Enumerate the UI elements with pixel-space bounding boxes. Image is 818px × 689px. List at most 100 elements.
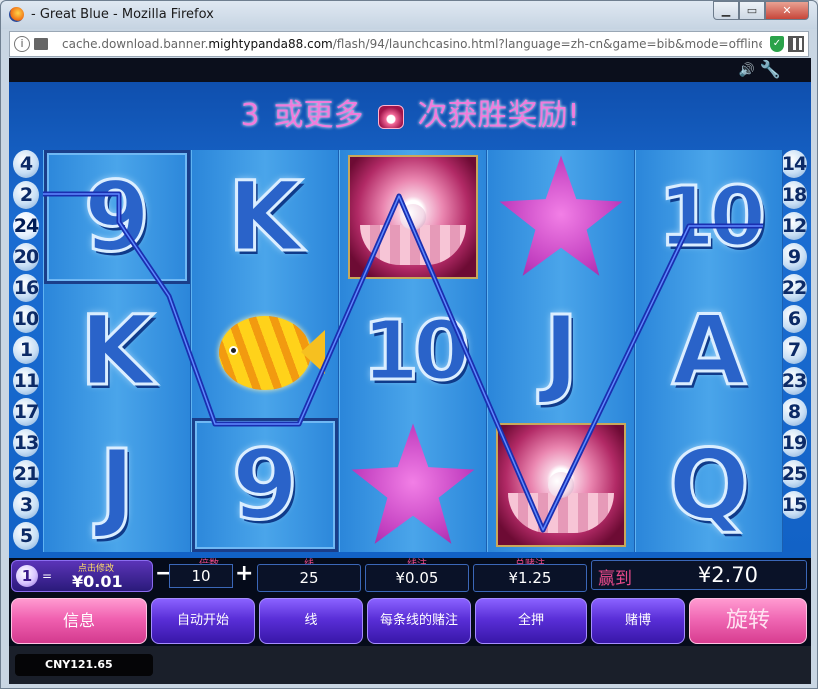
payline-number[interactable]: 11 — [13, 367, 39, 395]
banner-post: 次获胜奖励! — [417, 98, 580, 133]
payline-number[interactable]: 9 — [781, 243, 807, 271]
reel-symbol — [488, 418, 634, 552]
info-button[interactable]: 信息 — [11, 598, 147, 644]
payline-number[interactable]: 1 — [13, 336, 39, 364]
payline-number[interactable]: 8 — [781, 398, 807, 426]
reel-5: 10 A Q — [635, 150, 783, 552]
reel-symbol: J — [44, 418, 190, 552]
payline-number[interactable]: 18 — [781, 181, 807, 209]
reel-symbol: A — [636, 284, 782, 418]
payline-number[interactable]: 22 — [781, 274, 807, 302]
payline-number[interactable]: 10 — [13, 305, 39, 333]
gamble-button[interactable]: 赌博 — [591, 598, 685, 644]
coin-badge: 1 — [16, 565, 38, 587]
payline-number[interactable]: 24 — [13, 212, 39, 240]
card-symbol: Q — [667, 428, 752, 543]
payline-number[interactable]: 15 — [781, 491, 807, 519]
url-domain: mightypanda88.com — [208, 37, 333, 51]
payline-number[interactable]: 4 — [13, 150, 39, 178]
footer-bar: CNY121.65 — [9, 646, 811, 684]
multiplier-minus-button[interactable]: − — [155, 563, 173, 586]
close-icon: ✕ — [782, 4, 792, 17]
coin-value-box[interactable]: 1 = 点击修改 ¥0.01 — [11, 560, 153, 592]
win-label: 赢到 — [598, 569, 632, 589]
info-icon[interactable]: i — [14, 36, 30, 52]
spin-button[interactable]: 旋转 — [689, 598, 807, 644]
reel-4: J — [487, 150, 635, 552]
multiplier-value: 10 — [169, 564, 233, 588]
maximize-icon: ▭ — [746, 4, 758, 17]
payline-number[interactable]: 3 — [13, 491, 39, 519]
qr-code-icon[interactable] — [788, 36, 804, 52]
pearl-shell-icon — [377, 104, 404, 129]
payline-number[interactable]: 12 — [781, 212, 807, 240]
starfish-symbol — [499, 155, 623, 276]
fish-symbol — [205, 306, 325, 396]
payline-number[interactable]: 5 — [13, 522, 39, 550]
reel-symbol: 9 — [44, 150, 190, 284]
shell-lips — [360, 225, 466, 265]
pearl — [548, 472, 574, 498]
lines-button[interactable]: 线 — [259, 598, 363, 644]
page-icon — [34, 38, 48, 50]
reel-symbol — [192, 284, 338, 418]
payline-number[interactable]: 23 — [781, 367, 807, 395]
shell-lips — [508, 493, 614, 533]
minimize-button[interactable]: ▁ — [713, 1, 739, 20]
starfish-symbol — [351, 423, 475, 544]
coin-equals: = — [42, 569, 53, 583]
bet-max-button[interactable]: 全押 — [475, 598, 587, 644]
speaker-icon[interactable]: 🔊 — [739, 63, 755, 78]
payline-number[interactable]: 19 — [781, 429, 807, 457]
win-box: 赢到 ¥2.70 — [591, 560, 807, 590]
payline-number[interactable]: 20 — [13, 243, 39, 271]
reel-2: K9 — [191, 150, 339, 552]
win-value: ¥2.70 — [697, 563, 758, 587]
payline-number[interactable]: 21 — [13, 460, 39, 488]
maximize-button[interactable]: ▭ — [739, 1, 765, 20]
reel-symbol: 10 — [636, 150, 782, 284]
url-text[interactable]: cache.download.banner.mightypanda88.com/… — [62, 37, 762, 51]
card-symbol: 10 — [656, 168, 767, 266]
reel-symbol — [488, 150, 634, 284]
card-symbol: 9 — [82, 160, 152, 275]
multiplier-plus-button[interactable]: + — [235, 562, 253, 586]
pearl — [400, 204, 426, 230]
payline-number[interactable]: 6 — [781, 305, 807, 333]
banner-pre: 或更多 — [273, 98, 364, 133]
button-row: 信息 自动开始 线 每条线的赌注 全押 赌博 旋转 — [9, 596, 811, 646]
card-symbol: K — [226, 160, 303, 275]
payline-number[interactable]: 2 — [13, 181, 39, 209]
reel-symbol: J — [488, 284, 634, 418]
bet-per-line-button[interactable]: 每条线的赌注 — [367, 598, 471, 644]
payline-number[interactable]: 25 — [781, 460, 807, 488]
reel-1: 9 KJ — [43, 150, 191, 552]
bet-panel: 1 = 点击修改 ¥0.01 倍数 − 10 + 线 25 线注 ¥0.05 总… — [9, 558, 811, 600]
fish-eye — [229, 346, 238, 355]
payline-column-right: 14 18 12 9 22 6 7 23 8 19 25 15 — [779, 150, 809, 522]
autoplay-button[interactable]: 自动开始 — [151, 598, 255, 644]
total-bet-value: ¥1.25 — [473, 564, 587, 592]
payline-number[interactable]: 17 — [13, 398, 39, 426]
card-symbol: A — [670, 294, 747, 409]
reel-symbol: Q — [636, 418, 782, 552]
reel-symbol: K — [44, 284, 190, 418]
window-title: - Great Blue - Mozilla Firefox — [31, 7, 214, 22]
payline-number[interactable]: 13 — [13, 429, 39, 457]
address-bar[interactable]: i cache.download.banner.mightypanda88.co… — [9, 31, 809, 57]
browser-window: - Great Blue - Mozilla Firefox ▁ ▭ ✕ i c… — [0, 0, 818, 689]
card-symbol: J — [542, 294, 581, 409]
payline-number[interactable]: 7 — [781, 336, 807, 364]
shield-icon[interactable]: ✓ — [770, 36, 784, 52]
line-bet-value: ¥0.05 — [365, 564, 469, 592]
payline-number[interactable]: 16 — [13, 274, 39, 302]
close-button[interactable]: ✕ — [765, 1, 809, 20]
payline-column-left: 4 2 24 20 16 10 1 11 17 13 21 3 5 — [11, 150, 41, 553]
reel-3: 10 — [339, 150, 487, 552]
coin-value: ¥0.01 — [72, 572, 123, 591]
wrench-icon[interactable]: 🔧 — [760, 60, 781, 80]
reel-symbol: 10 — [340, 284, 486, 418]
reel-symbol: K — [192, 150, 338, 284]
window-controls: ▁ ▭ ✕ — [713, 1, 809, 20]
payline-number[interactable]: 14 — [781, 150, 807, 178]
